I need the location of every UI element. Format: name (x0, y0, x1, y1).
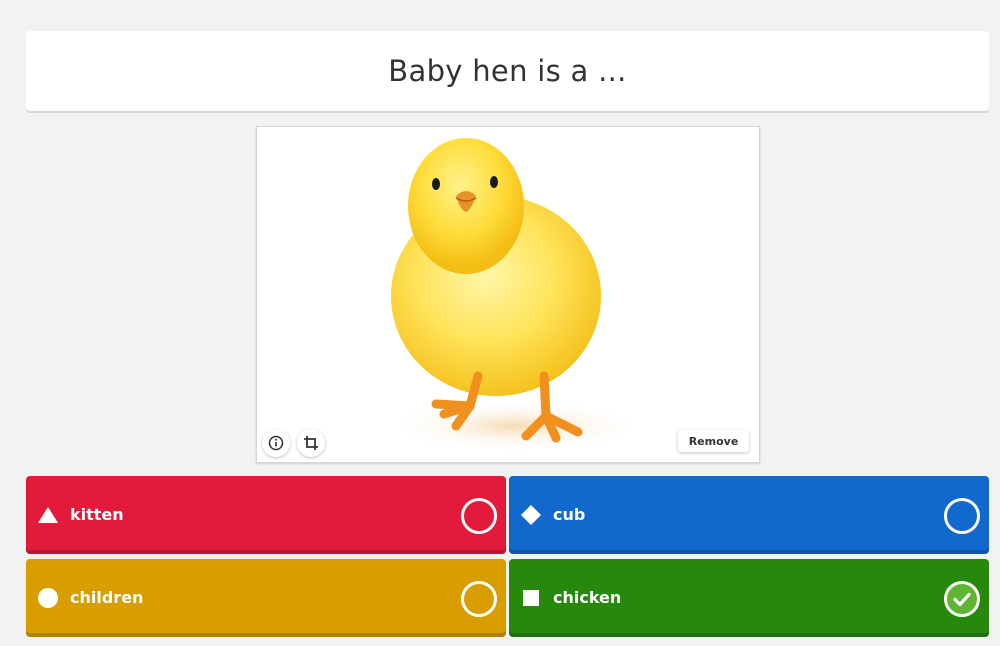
remove-image-button[interactable]: Remove (678, 430, 749, 452)
answer-option-1[interactable]: kitten (26, 476, 506, 554)
answer-option-4[interactable]: chicken (509, 559, 989, 637)
question-image (256, 126, 760, 463)
answer-correct-toggle[interactable] (461, 581, 497, 617)
checkmark-icon (953, 592, 971, 607)
triangle-icon (38, 507, 58, 523)
chick-image (386, 138, 646, 452)
question-text[interactable]: Baby hen is a ... (388, 54, 626, 88)
answer-label: children (70, 588, 144, 607)
square-icon (523, 590, 539, 606)
info-button[interactable] (262, 429, 290, 457)
answer-option-2[interactable]: cub (509, 476, 989, 554)
answer-correct-toggle[interactable] (944, 581, 980, 617)
answer-label: cub (553, 505, 586, 524)
question-box[interactable]: Baby hen is a ... (26, 31, 989, 111)
answer-option-3[interactable]: children (26, 559, 506, 637)
answer-correct-toggle[interactable] (461, 498, 497, 534)
answer-correct-toggle[interactable] (944, 498, 980, 534)
answer-label: chicken (553, 588, 622, 607)
info-icon (268, 435, 284, 451)
crop-icon (304, 436, 318, 450)
diamond-icon (521, 505, 541, 525)
crop-button[interactable] (297, 429, 325, 457)
circle-icon (38, 588, 58, 608)
answer-label: kitten (70, 505, 124, 524)
